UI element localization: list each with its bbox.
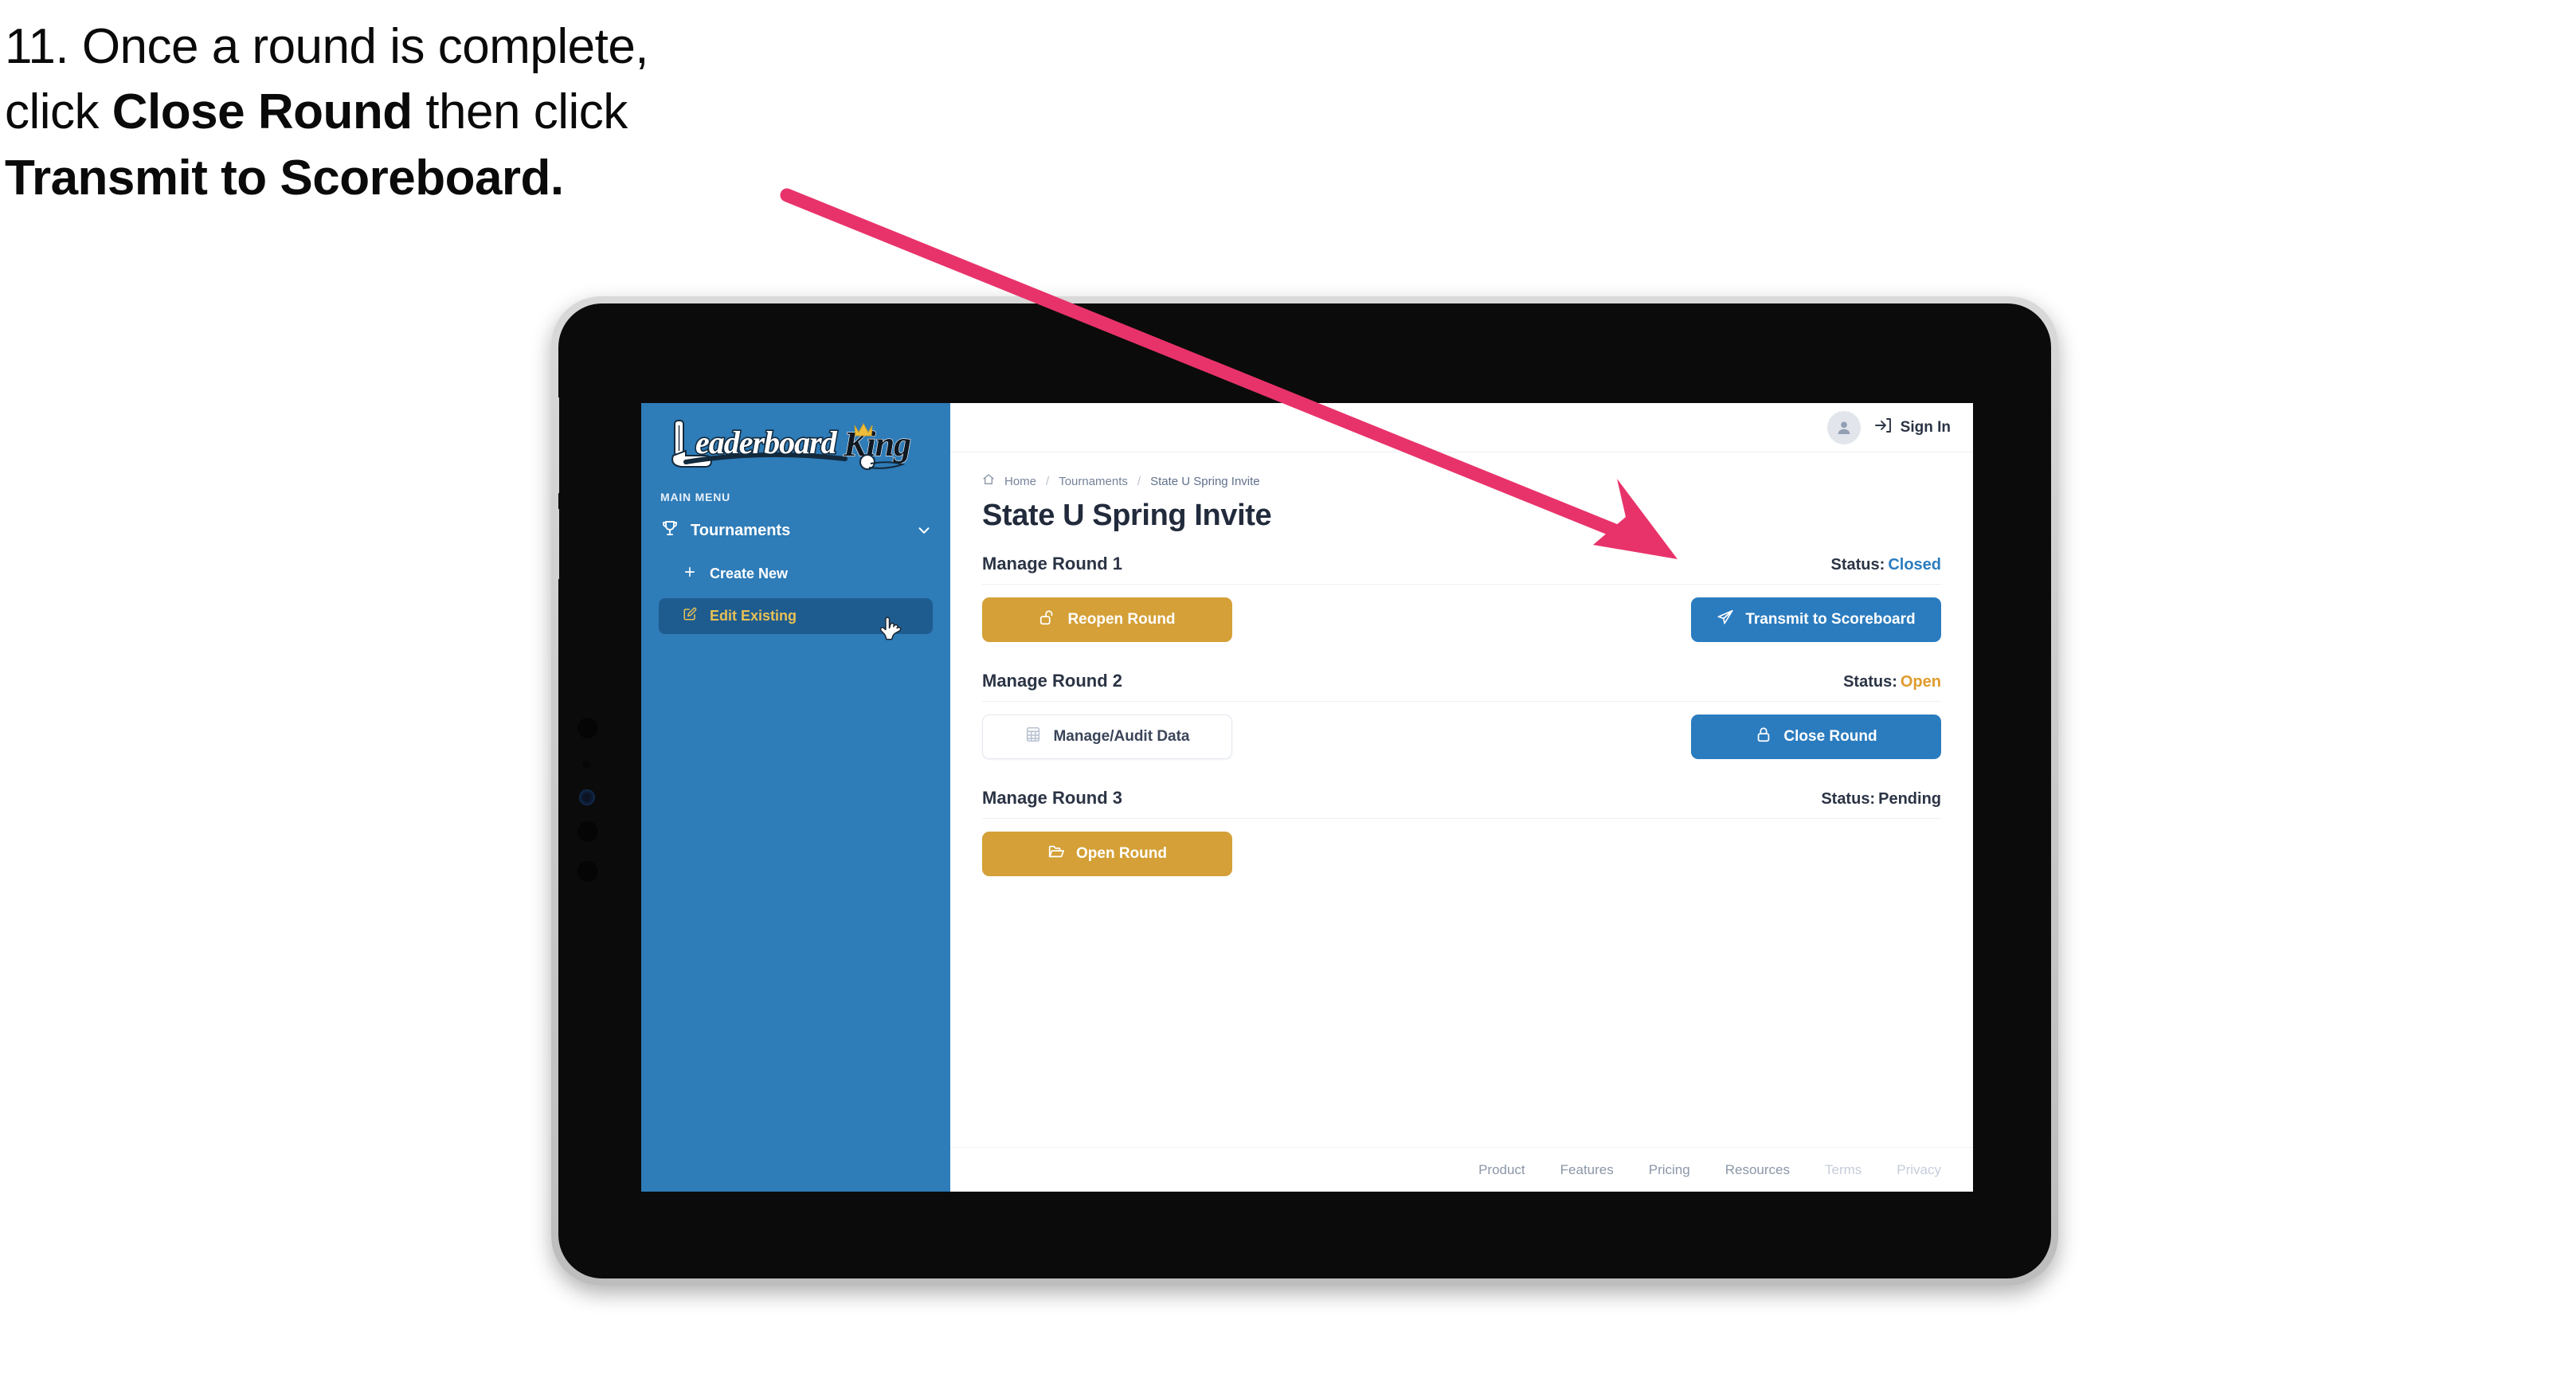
sign-in-label: Sign In [1900,418,1951,436]
caption-line-1: 11. Once a round is complete, [5,14,849,80]
round-1-status: Status: Closed [1831,556,1941,574]
round-block-3: Manage Round 3 Status: Pending Open Roun… [982,788,1941,876]
caption-line-2: click Close Round then click [5,80,849,145]
manage-audit-data-label: Manage/Audit Data [1053,728,1190,745]
footer-link-product[interactable]: Product [1478,1162,1525,1178]
caption-line-1-text: 11. Once a round is complete, [5,19,649,74]
paper-plane-icon [1717,609,1734,631]
footer-link-privacy[interactable]: Privacy [1897,1162,1941,1178]
top-bar: Sign In [950,403,1973,452]
leaderboard-king-logo-icon: eaderboard King [662,416,917,473]
unlock-icon [1039,609,1056,631]
sidebar-item-create-new-label: Create New [710,566,789,581]
manage-audit-data-button[interactable]: Manage/Audit Data [982,715,1232,759]
folder-open-icon [1047,843,1065,865]
trophy-icon [660,519,679,542]
caption-line-3: Transmit to Scoreboard. [5,146,849,211]
avatar[interactable] [1826,410,1861,444]
footer-link-pricing[interactable]: Pricing [1649,1162,1690,1178]
plus-icon [683,565,697,583]
round-1-actions: Reopen Round Transmit to Scoreboard [982,585,1941,642]
sidebar-item-edit-existing-label: Edit Existing [710,608,797,624]
reopen-round-button[interactable]: Reopen Round [982,597,1232,642]
light-sensor-icon [582,761,590,769]
proximity-sensor-icon [577,821,598,842]
open-round-label: Open Round [1076,845,1167,862]
footer-link-terms[interactable]: Terms [1825,1162,1862,1178]
home-icon[interactable] [982,473,995,489]
svg-text:King: King [843,425,910,464]
breadcrumb: Home / Tournaments / State U Spring Invi… [982,473,1941,489]
volume-up-button[interactable] [558,397,559,493]
indicator-led-icon [579,789,595,805]
page-title: State U Spring Invite [982,499,1272,532]
tablet-device: eaderboard King MAIN MENU Tournaments Cr… [551,296,2058,1286]
sidebar: eaderboard King MAIN MENU Tournaments Cr… [641,403,950,1192]
breadcrumb-item-tournaments[interactable]: Tournaments [1059,475,1128,488]
lock-icon [1755,726,1772,748]
round-3-status-badge: Pending [1878,790,1941,808]
sign-in-button[interactable]: Sign In [1873,416,1951,440]
transmit-to-scoreboard-label: Transmit to Scoreboard [1745,611,1916,628]
footer-link-resources[interactable]: Resources [1725,1162,1790,1178]
round-1-status-label: Status: [1830,556,1885,574]
caption-close-round-bold: Close Round [112,84,413,140]
screenshot-root: 11. Once a round is complete, click Clos… [0,0,2576,1386]
caption-line-2-suffix: then click [412,84,628,140]
app-logo[interactable]: eaderboard King [641,403,950,476]
round-1-status-badge: Closed [1888,556,1941,574]
reopen-round-label: Reopen Round [1067,611,1176,628]
table-grid-icon [1024,726,1042,748]
round-2-status-badge: Open [1900,673,1941,691]
page-content: Home / Tournaments / State U Spring Invi… [950,452,1973,1147]
round-3-actions: Open Round [982,819,1941,876]
chevron-down-icon[interactable] [915,522,933,539]
transmit-to-scoreboard-button[interactable]: Transmit to Scoreboard [1691,597,1941,642]
round-2-status: Status: Open [1843,673,1941,691]
round-3-status: Status: Pending [1821,790,1941,808]
close-round-label: Close Round [1783,728,1877,745]
round-1-header: Manage Round 1 Status: Closed [982,554,1941,585]
main-content: Sign In Home / Tournaments / State U Spr… [950,403,1973,1192]
caption-line-2-prefix: click [5,84,112,140]
sidebar-item-tournaments-label: Tournaments [691,521,791,539]
round-2-actions: Manage/Audit Data Close Round [982,702,1941,759]
sign-in-icon [1873,416,1893,440]
app-screen: eaderboard King MAIN MENU Tournaments Cr… [641,403,1973,1192]
sidebar-item-tournaments[interactable]: Tournaments [641,511,950,550]
sidebar-item-create-new[interactable]: Create New [659,556,933,592]
caption-transmit-bold: Transmit to Scoreboard. [5,150,564,206]
pencil-square-icon [683,607,697,625]
round-2-status-label: Status: [1843,673,1897,691]
breadcrumb-separator: / [1137,474,1141,488]
round-2-header: Manage Round 2 Status: Open [982,671,1941,702]
round-3-status-label: Status: [1821,790,1876,808]
svg-text:eaderboard: eaderboard [695,425,838,460]
footer-link-features[interactable]: Features [1560,1162,1614,1178]
breadcrumb-item-home[interactable]: Home [1004,475,1036,488]
close-round-button[interactable]: Close Round [1691,715,1941,759]
breadcrumb-separator: / [1046,474,1050,488]
open-round-button[interactable]: Open Round [982,832,1232,876]
round-3-title: Manage Round 3 [982,788,1123,808]
sidebar-item-edit-existing[interactable]: Edit Existing [659,598,933,634]
instruction-caption: 11. Once a round is complete, click Clos… [5,14,849,211]
round-2-title: Manage Round 2 [982,671,1123,691]
tablet-bezel: eaderboard King MAIN MENU Tournaments Cr… [558,303,2051,1278]
breadcrumb-item-current: State U Spring Invite [1150,474,1260,488]
microphone-icon [577,861,598,882]
round-block-1: Manage Round 1 Status: Closed Reopen Rou… [982,554,1941,642]
footer: Product Features Pricing Resources Terms… [950,1147,1973,1192]
sidebar-section-label: MAIN MENU [660,491,731,503]
round-3-header: Manage Round 3 Status: Pending [982,788,1941,819]
round-block-2: Manage Round 2 Status: Open Manage/Audit… [982,671,1941,759]
front-camera-icon [577,718,598,738]
volume-down-button[interactable] [558,509,559,579]
round-1-title: Manage Round 1 [982,554,1123,574]
